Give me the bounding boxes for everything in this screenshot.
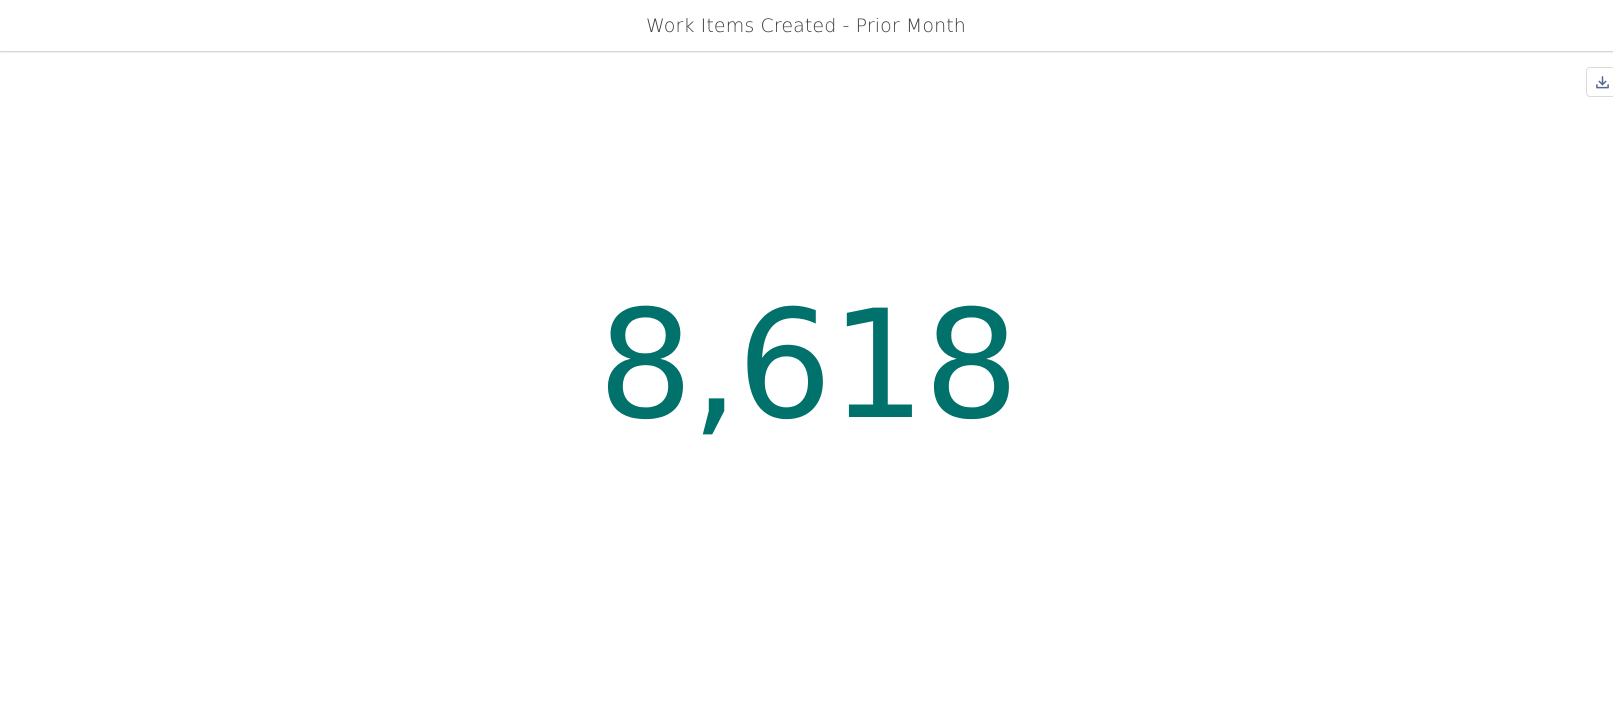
- metric-value: 8,618: [597, 279, 1019, 453]
- chart-header: Work Items Created - Prior Month: [0, 0, 1613, 52]
- metric-display: 8,618: [0, 53, 1613, 709]
- chart-title: Work Items Created - Prior Month: [646, 14, 966, 37]
